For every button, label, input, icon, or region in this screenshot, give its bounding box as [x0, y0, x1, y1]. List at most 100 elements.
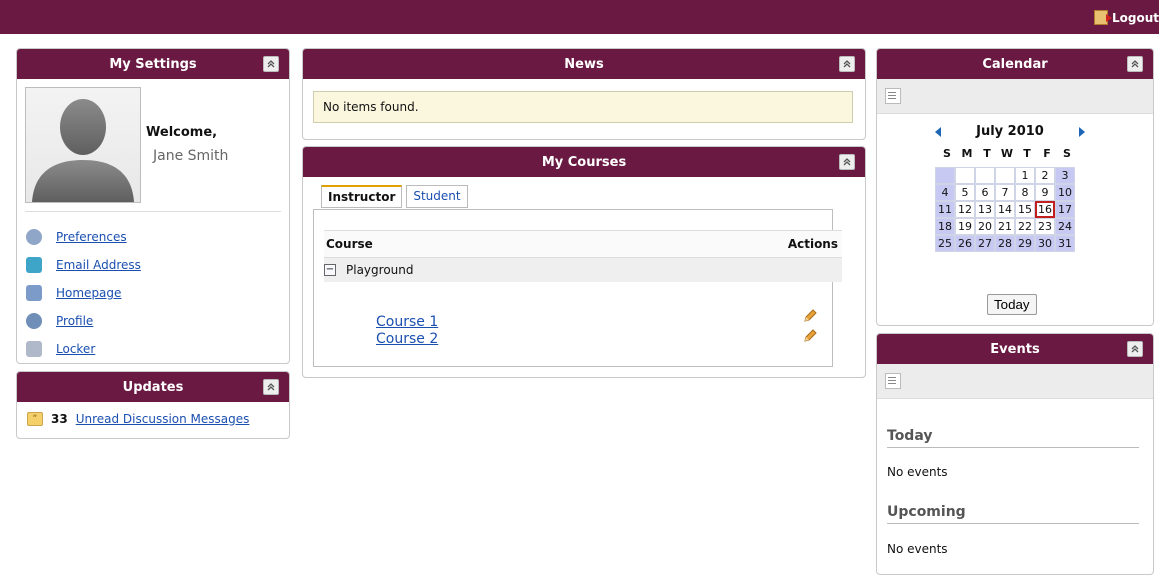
my-settings-panel: My Settings Welcome, Jane Smith Preferen… [16, 48, 290, 364]
calendar-day-cell[interactable]: 30 [1035, 235, 1055, 252]
preferences-nav-item[interactable]: Preferences [26, 223, 141, 251]
events-today-title: Today [887, 428, 1139, 448]
calendar-day-cell[interactable]: 12 [955, 201, 975, 218]
weekday-label: S [943, 147, 951, 160]
next-month-icon[interactable] [1078, 126, 1085, 137]
calendar-day-cell[interactable]: 1 [1015, 167, 1035, 184]
email-address-link[interactable]: Email Address [56, 258, 141, 272]
weekday-label: S [1063, 147, 1071, 160]
course-tabs: Instructor Student [321, 185, 468, 208]
course-2-link[interactable]: Course 2 [376, 331, 438, 347]
my-settings-header: My Settings [17, 49, 289, 79]
calendar-day-cell[interactable]: 2 [1035, 167, 1055, 184]
calendar-day-cell[interactable]: 17 [1055, 201, 1075, 218]
calendar-day-cell[interactable]: 23 [1035, 218, 1055, 235]
calendar-day-cell[interactable] [975, 167, 995, 184]
collapse-icon[interactable] [263, 379, 279, 395]
homepage-nav-item[interactable]: Homepage [26, 279, 141, 307]
discussion-bubble-icon: “ [27, 412, 43, 426]
weekday-label: W [1000, 147, 1014, 160]
events-panel: Events Today No events Upcoming No event… [876, 333, 1154, 575]
actions-column-header: Actions [787, 237, 838, 251]
locker-link[interactable]: Locker [56, 342, 95, 356]
profile-link[interactable]: Profile [56, 314, 93, 328]
unread-messages-row[interactable]: “ 33 Unread Discussion Messages [27, 412, 249, 426]
calendar-day-cell[interactable]: 29 [1015, 235, 1035, 252]
calendar-day-cell[interactable] [955, 167, 975, 184]
settings-divider [25, 211, 281, 212]
preferences-link[interactable]: Preferences [56, 230, 127, 244]
calendar-day-cell[interactable]: 6 [975, 184, 995, 201]
edit-pencil-icon[interactable] [802, 308, 818, 324]
tab-instructor[interactable]: Instructor [321, 185, 403, 208]
updates-title: Updates [122, 379, 184, 395]
preferences-icon [26, 229, 42, 245]
calendar-day-cell[interactable]: 3 [1055, 167, 1075, 184]
calendar-day-cell[interactable]: 31 [1055, 235, 1075, 252]
collapse-icon[interactable] [1127, 56, 1143, 72]
events-title: Events [990, 341, 1040, 357]
calendar-day-cell[interactable]: 22 [1015, 218, 1035, 235]
logout-label[interactable]: Logout [1112, 11, 1159, 25]
calendar-day-cell[interactable]: 19 [955, 218, 975, 235]
list-view-icon[interactable] [885, 88, 901, 104]
news-panel: News No items found. [302, 48, 866, 140]
collapse-group-icon[interactable]: − [324, 264, 336, 276]
locker-nav-item[interactable]: Locker [26, 335, 141, 363]
my-courses-panel: My Courses Instructor Student Course Act… [302, 146, 866, 378]
avatar [25, 87, 141, 203]
course-group-playground[interactable]: − Playground [324, 258, 842, 282]
news-empty-text: No items found. [323, 100, 419, 114]
calendar-day-cell[interactable]: 20 [975, 218, 995, 235]
calendar-day-cell[interactable]: 10 [1055, 184, 1075, 201]
prev-month-icon[interactable] [935, 126, 941, 137]
list-view-icon[interactable] [885, 373, 901, 389]
course-1-link[interactable]: Course 1 [376, 314, 438, 330]
calendar-day-cell[interactable]: 26 [955, 235, 975, 252]
calendar-day-cell[interactable]: 25 [935, 235, 955, 252]
user-silhouette-icon [32, 99, 134, 202]
collapse-icon[interactable] [263, 56, 279, 72]
calendar-day-cell[interactable]: 13 [975, 201, 995, 218]
calendar-day-cell[interactable]: 9 [1035, 184, 1055, 201]
logout-link[interactable]: Logout [1093, 10, 1159, 25]
calendar-day-cell[interactable]: 27 [975, 235, 995, 252]
calendar-title: Calendar [982, 56, 1048, 72]
course-table-header: Course Actions [324, 230, 842, 258]
email-address-nav-item[interactable]: Email Address [26, 251, 141, 279]
calendar-day-cell[interactable]: 21 [995, 218, 1015, 235]
calendar-day-cell[interactable]: 11 [935, 201, 955, 218]
news-header: News [303, 49, 865, 79]
events-toolbar [877, 364, 1153, 399]
calendar-day-cell[interactable]: 18 [935, 218, 955, 235]
calendar-day-cell[interactable] [995, 167, 1015, 184]
calendar-day-cell[interactable]: 15 [1015, 201, 1035, 218]
collapse-icon[interactable] [839, 154, 855, 170]
calendar-panel: Calendar July 2010 S M T W T F S 1 2 3 4… [876, 48, 1154, 326]
my-settings-title: My Settings [109, 56, 197, 72]
collapse-icon[interactable] [839, 56, 855, 72]
collapse-icon[interactable] [1127, 341, 1143, 357]
tab-student[interactable]: Student [406, 185, 468, 208]
profile-icon [26, 313, 42, 329]
calendar-day-cell[interactable] [935, 167, 955, 184]
today-button[interactable]: Today [987, 294, 1037, 315]
calendar-day-cell[interactable]: 8 [1015, 184, 1035, 201]
user-name: Jane Smith [153, 148, 229, 164]
weekday-label: F [1043, 147, 1051, 160]
calendar-day-cell[interactable]: 7 [995, 184, 1015, 201]
edit-pencil-icon[interactable] [802, 328, 818, 344]
calendar-day-cell[interactable]: 28 [995, 235, 1015, 252]
calendar-header: Calendar [877, 49, 1153, 79]
logout-icon [1093, 10, 1112, 25]
email-icon [26, 257, 42, 273]
calendar-day-cell-today[interactable]: 16 [1035, 201, 1055, 218]
calendar-day-cell[interactable]: 4 [935, 184, 955, 201]
updates-panel: Updates “ 33 Unread Discussion Messages [16, 371, 290, 439]
calendar-day-cell[interactable]: 5 [955, 184, 975, 201]
unread-messages-link[interactable]: Unread Discussion Messages [76, 412, 250, 426]
homepage-link[interactable]: Homepage [56, 286, 121, 300]
calendar-day-cell[interactable]: 24 [1055, 218, 1075, 235]
calendar-day-cell[interactable]: 14 [995, 201, 1015, 218]
profile-nav-item[interactable]: Profile [26, 307, 141, 335]
